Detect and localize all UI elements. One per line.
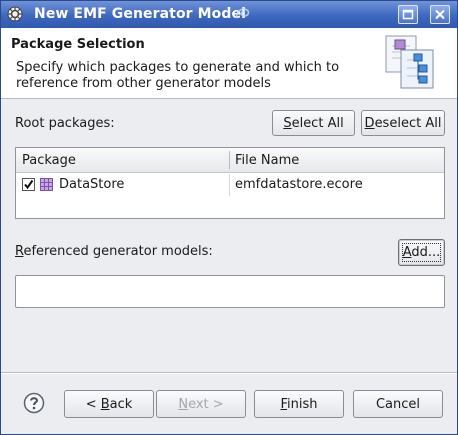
wizard-header: Package Selection Specify which packages… — [1, 28, 457, 99]
referenced-label-text: eferenced generator models: — [23, 244, 213, 259]
table-header: Package File Name — [16, 148, 444, 173]
epackage-icon — [40, 178, 53, 191]
package-checkbox[interactable] — [22, 178, 35, 191]
referenced-models-label: Referenced generator models: — [15, 244, 213, 259]
back-button[interactable]: < Back — [64, 390, 154, 418]
deselect-all-button[interactable]: Deselect All — [361, 110, 445, 136]
back-label: ack — [109, 396, 133, 412]
add-button[interactable]: Add... — [398, 239, 445, 266]
column-separator[interactable] — [229, 151, 230, 169]
page-description: Specify which packages to generate and w… — [16, 60, 340, 91]
deselect-all-label: eselect All — [374, 115, 442, 131]
wizard-window: New EMF Generator Model Package Selectio… — [0, 0, 458, 435]
package-file-name: emfdatastore.ecore — [235, 177, 363, 192]
deselect-all-mnemonic: D — [364, 115, 375, 131]
cancel-button[interactable]: Cancel — [353, 390, 443, 418]
next-label: ext > — [188, 396, 224, 412]
referenced-models-list[interactable] — [15, 275, 445, 308]
finish-button[interactable]: Finish — [254, 390, 344, 418]
generator-wizard-image — [385, 35, 434, 89]
column-header-file-name[interactable]: File Name — [235, 153, 299, 168]
maximize-button[interactable] — [398, 5, 418, 24]
close-icon — [435, 9, 445, 20]
focus-ring — [402, 243, 441, 262]
column-header-package[interactable]: Package — [22, 153, 76, 168]
close-button[interactable] — [430, 5, 450, 24]
help-icon[interactable] — [23, 392, 45, 414]
table-row[interactable]: DataStore emfdatastore.ecore — [16, 174, 444, 196]
footer-divider-highlight — [1, 373, 457, 374]
eclipse-app-icon[interactable] — [7, 6, 23, 22]
root-packages-label: Root packages: — [15, 116, 115, 131]
title-bar[interactable]: New EMF Generator Model — [1, 1, 457, 28]
select-all-label: elect All — [291, 115, 344, 131]
next-button[interactable]: Next > — [156, 390, 246, 418]
package-name: DataStore — [59, 177, 125, 192]
check-icon — [24, 179, 34, 190]
select-all-mnemonic: S — [283, 115, 292, 131]
swirl-icon — [235, 8, 250, 19]
select-all-button[interactable]: Select All — [272, 110, 355, 136]
next-mnemonic: N — [178, 396, 189, 412]
window-title: New EMF Generator Model — [34, 6, 247, 22]
cell-separator — [229, 174, 230, 196]
maximize-icon — [402, 9, 414, 20]
page-title: Package Selection — [11, 37, 145, 52]
finish-label: inish — [287, 396, 318, 412]
back-mnemonic: B — [100, 396, 110, 412]
packages-table[interactable]: Package File Name DataStore emfdatastore… — [15, 147, 445, 219]
back-prefix: < — [85, 396, 101, 412]
